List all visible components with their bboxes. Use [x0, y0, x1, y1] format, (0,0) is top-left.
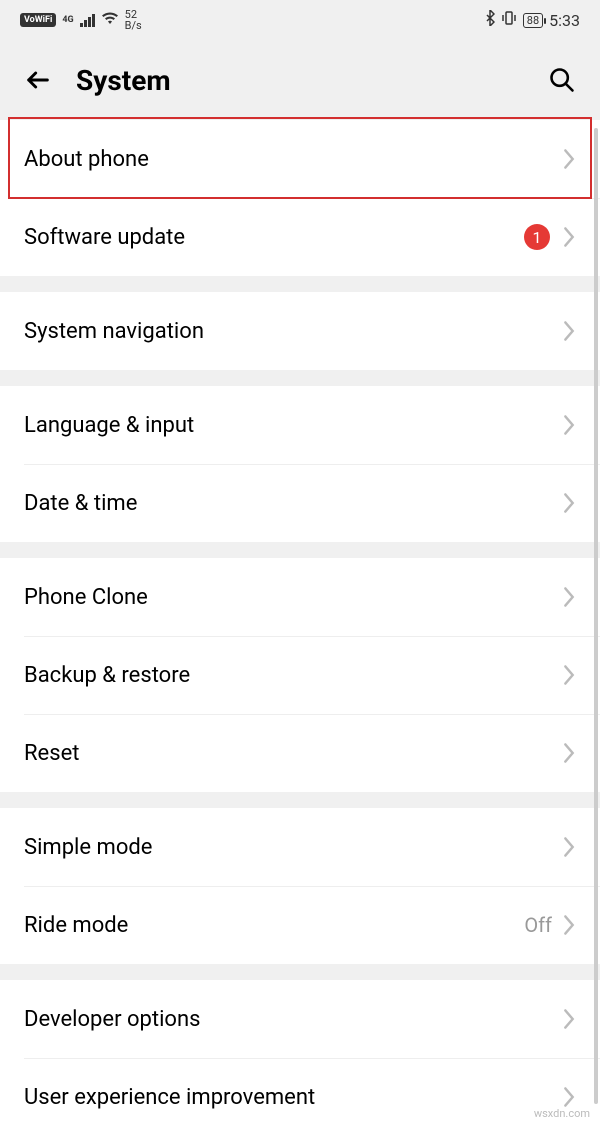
settings-group: Simple mode Ride mode Off — [0, 808, 600, 964]
chevron-right-icon — [562, 586, 576, 608]
arrow-left-icon — [24, 66, 52, 94]
status-bar: VoWiFi 4G 52 B/s 88 5:33 — [0, 0, 600, 40]
scrollbar[interactable] — [594, 128, 598, 1104]
chevron-right-icon — [562, 1086, 576, 1108]
chevron-right-icon — [562, 320, 576, 342]
item-simple-mode[interactable]: Simple mode — [0, 808, 600, 886]
settings-group: System navigation — [0, 292, 600, 370]
item-label: User experience improvement — [24, 1085, 562, 1110]
settings-group: Phone Clone Backup & restore Reset — [0, 558, 600, 792]
vowifi-indicator: VoWiFi — [20, 13, 56, 27]
item-label: System navigation — [24, 319, 562, 344]
header: System — [0, 40, 600, 120]
settings-group: Developer options User experience improv… — [0, 980, 600, 1136]
item-label: Date & time — [24, 491, 562, 516]
item-label: Ride mode — [24, 913, 524, 938]
item-value: Off — [524, 913, 552, 937]
item-label: Simple mode — [24, 835, 562, 860]
chevron-right-icon — [562, 664, 576, 686]
item-developer-options[interactable]: Developer options — [0, 980, 600, 1058]
status-left: VoWiFi 4G 52 B/s — [20, 9, 142, 31]
item-label: Phone Clone — [24, 585, 562, 610]
item-ride-mode[interactable]: Ride mode Off — [0, 886, 600, 964]
clock: 5:33 — [549, 11, 580, 30]
wifi-icon — [101, 11, 119, 29]
settings-group: About phone Software update 1 — [0, 120, 600, 276]
chevron-right-icon — [562, 742, 576, 764]
item-phone-clone[interactable]: Phone Clone — [0, 558, 600, 636]
search-icon — [548, 66, 576, 94]
bluetooth-icon — [485, 10, 495, 30]
item-software-update[interactable]: Software update 1 — [0, 198, 600, 276]
item-label: Developer options — [24, 1007, 562, 1032]
item-system-navigation[interactable]: System navigation — [0, 292, 600, 370]
item-label: About phone — [24, 147, 562, 172]
settings-list: About phone Software update 1 System nav… — [0, 120, 600, 1136]
chevron-right-icon — [562, 226, 576, 248]
item-about-phone[interactable]: About phone — [0, 120, 600, 198]
chevron-right-icon — [562, 836, 576, 858]
item-date-time[interactable]: Date & time — [0, 464, 600, 542]
chevron-right-icon — [562, 414, 576, 436]
signal-icon — [80, 14, 95, 27]
chevron-right-icon — [562, 1008, 576, 1030]
item-label: Software update — [24, 225, 524, 250]
item-reset[interactable]: Reset — [0, 714, 600, 792]
settings-group: Language & input Date & time — [0, 386, 600, 542]
speed-indicator: 52 B/s — [125, 9, 142, 31]
item-user-experience[interactable]: User experience improvement — [0, 1058, 600, 1136]
item-backup-restore[interactable]: Backup & restore — [0, 636, 600, 714]
chevron-right-icon — [562, 148, 576, 170]
vibrate-icon — [501, 11, 517, 29]
search-button[interactable] — [544, 62, 580, 98]
item-label: Language & input — [24, 413, 562, 438]
item-language-input[interactable]: Language & input — [0, 386, 600, 464]
network-gen: 4G — [62, 16, 73, 25]
page-title: System — [76, 64, 544, 97]
item-label: Backup & restore — [24, 663, 562, 688]
chevron-right-icon — [562, 914, 576, 936]
item-label: Reset — [24, 741, 562, 766]
status-right: 88 5:33 — [485, 10, 580, 30]
notification-badge: 1 — [524, 224, 550, 250]
chevron-right-icon — [562, 492, 576, 514]
back-button[interactable] — [20, 62, 56, 98]
battery-indicator: 88 — [523, 13, 543, 28]
watermark: wsxdn.com — [534, 1107, 590, 1120]
